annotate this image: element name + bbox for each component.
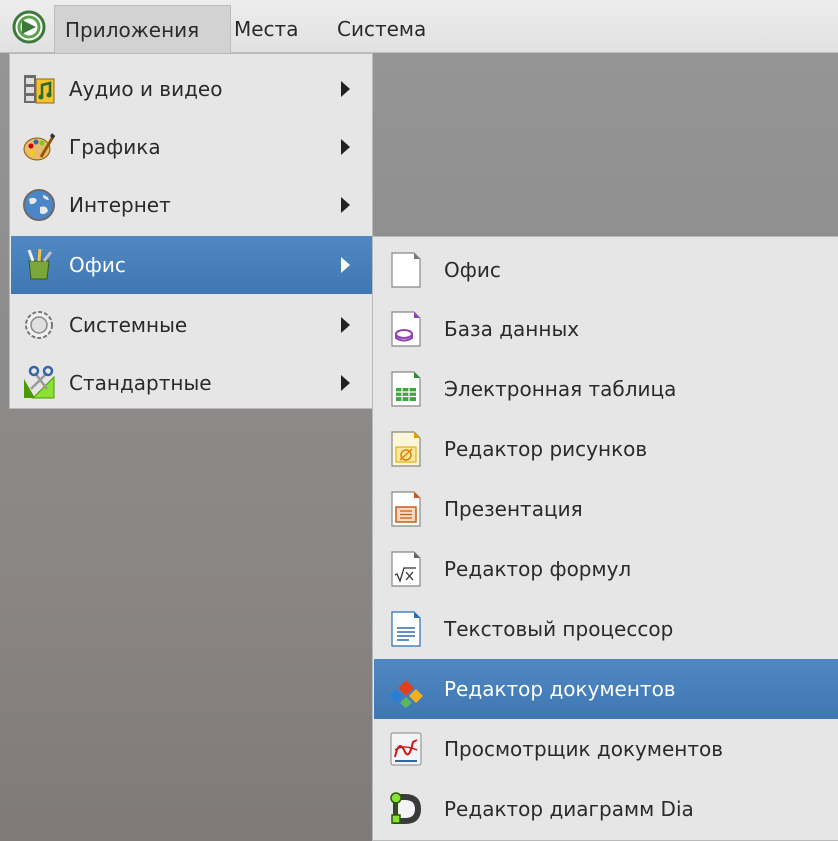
menu-item-system[interactable]: Системные (11, 296, 372, 354)
submenu-item-spreadsheet[interactable]: Электронная таблица (374, 359, 838, 419)
menu-item-label: Графика (69, 135, 161, 159)
graphics-icon (23, 133, 56, 161)
submenu-item-formula[interactable]: Редактор формул (374, 539, 838, 599)
submenu-item-drawing[interactable]: Редактор рисунков (374, 419, 838, 479)
office-icon (27, 248, 53, 280)
menu-item-label: Интернет (69, 193, 171, 217)
drawing-icon (391, 431, 421, 467)
submenu-item-document-editor[interactable]: Редактор документов (374, 659, 838, 719)
menu-item-audio-video[interactable]: Аудио и видео (11, 60, 372, 118)
submenu-item-label: Текстовый процессор (444, 617, 674, 641)
submenu-item-presentation[interactable]: Презентация (374, 479, 838, 539)
system-menu-label: Система (337, 17, 427, 41)
document-viewer-icon (390, 732, 422, 766)
applications-dropdown: Аудио и видео Графика Интернет Офис Сист… (9, 53, 373, 409)
formula-icon (391, 551, 421, 587)
distro-logo-icon[interactable] (12, 10, 46, 44)
menu-item-label: Аудио и видео (69, 77, 223, 101)
text-document-icon (391, 611, 421, 647)
submenu-arrow-icon (341, 375, 350, 391)
office-submenu: Офис База данных Электронная таблица Ред… (372, 236, 838, 841)
submenu-item-label: Электронная таблица (444, 377, 677, 401)
submenu-item-label: Редактор документов (444, 677, 676, 701)
submenu-item-document-viewer[interactable]: Просмотрщик документов (374, 719, 838, 779)
presentation-icon (391, 491, 421, 527)
menu-item-label: Офис (69, 253, 126, 277)
submenu-item-label: Редактор формул (444, 557, 632, 581)
menu-item-label: Стандартные (69, 371, 212, 395)
submenu-arrow-icon (341, 317, 350, 333)
submenu-item-label: База данных (444, 317, 580, 341)
menu-item-internet[interactable]: Интернет (11, 176, 372, 234)
submenu-item-text-processor[interactable]: Текстовый процессор (374, 599, 838, 659)
menu-item-office[interactable]: Офис (11, 236, 372, 294)
top-panel: Приложения Места Система (0, 0, 838, 53)
submenu-item-label: Редактор рисунков (444, 437, 648, 461)
applications-menu[interactable]: Приложения (54, 5, 231, 53)
submenu-item-database[interactable]: База данных (374, 299, 838, 359)
menu-item-graphics[interactable]: Графика (11, 118, 372, 176)
submenu-arrow-icon (341, 139, 350, 155)
audio-video-icon (24, 75, 55, 104)
places-menu[interactable]: Места (232, 5, 298, 53)
submenu-item-label: Офис (444, 258, 501, 282)
submenu-arrow-icon (341, 81, 350, 97)
submenu-item-dia[interactable]: Редактор диаграмм Dia (374, 779, 838, 839)
accessories-icon (24, 365, 55, 399)
system-menu[interactable]: Система (337, 5, 426, 53)
system-gear-icon (25, 311, 53, 339)
submenu-arrow-icon (341, 257, 350, 273)
submenu-item-label: Презентация (444, 497, 583, 521)
submenu-item-label: Редактор диаграмм Dia (444, 797, 694, 821)
submenu-item-label: Просмотрщик документов (444, 737, 724, 761)
menu-item-accessories[interactable]: Стандартные (11, 354, 372, 412)
dia-icon (390, 792, 421, 824)
database-icon (391, 311, 421, 347)
internet-globe-icon (23, 189, 55, 221)
submenu-item-office[interactable]: Офис (374, 240, 838, 300)
document-editor-icon (389, 680, 423, 708)
submenu-arrow-icon (341, 197, 350, 213)
blank-document-icon (391, 252, 421, 288)
menu-item-label: Системные (69, 313, 188, 337)
places-menu-label: Места (234, 17, 299, 41)
applications-menu-label: Приложения (65, 17, 200, 42)
spreadsheet-icon (391, 371, 421, 407)
